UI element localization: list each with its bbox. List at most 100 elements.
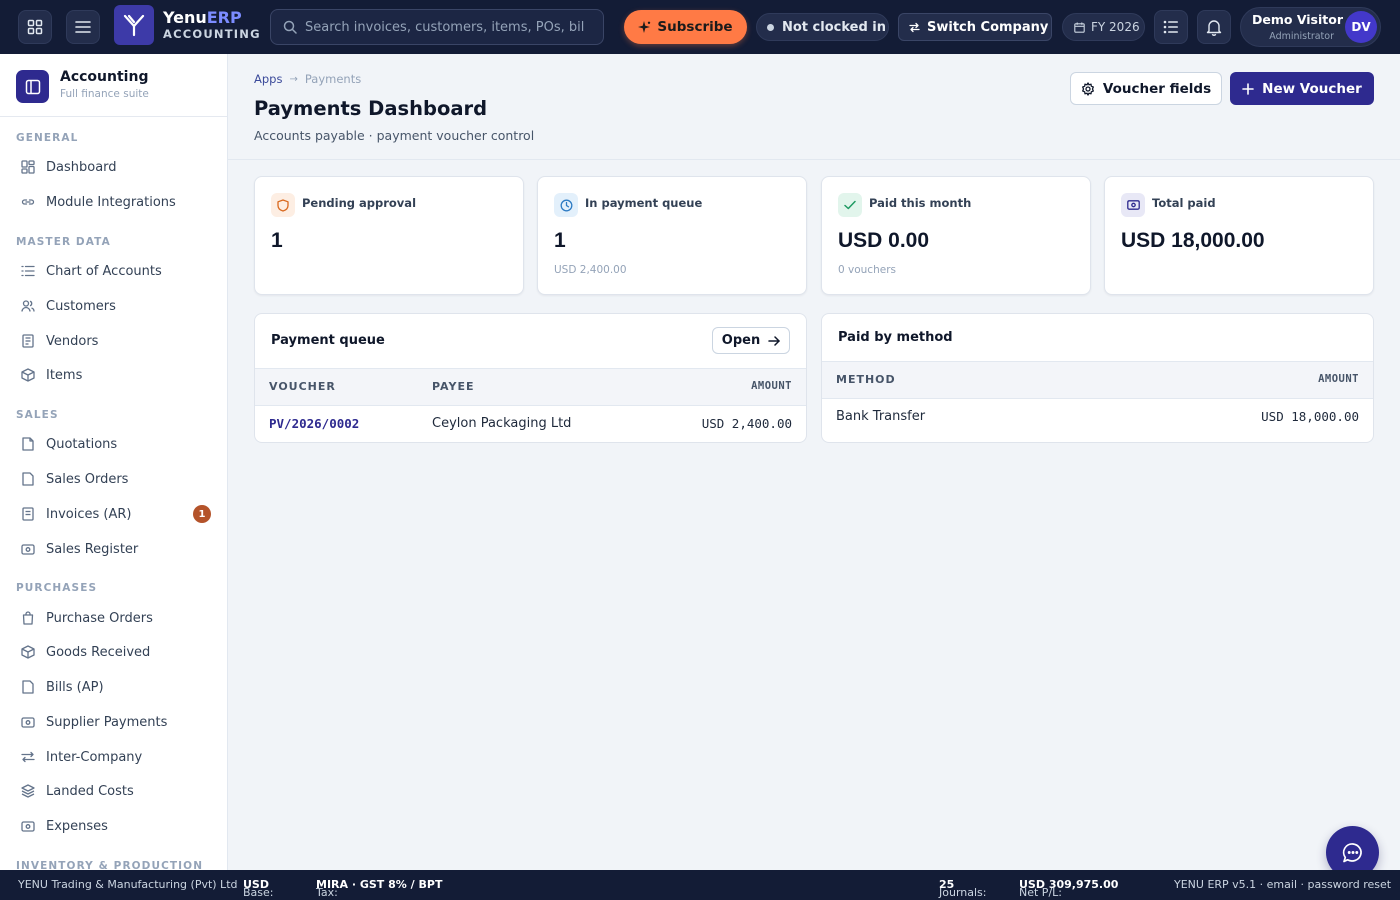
receipt-icon	[20, 506, 36, 522]
column-amount: AMOUNT	[751, 380, 792, 392]
sidebar-item-invoices-ar[interactable]: Invoices (AR) 1	[8, 498, 220, 530]
sidebar-panel-icon	[16, 70, 49, 103]
box-icon	[20, 644, 36, 660]
sidebar-item-supplier-payments[interactable]: Supplier Payments	[8, 706, 220, 738]
sidebar-item-sales-orders[interactable]: Sales Orders	[8, 463, 220, 495]
breadcrumb-current: Payments	[304, 72, 362, 86]
top-bar: YenuERP ACCOUNTING Subscribe Not clocked…	[0, 0, 1400, 54]
global-search[interactable]	[270, 9, 604, 45]
footer-journals-label: Journals:	[939, 886, 987, 899]
kpi-label: In payment queue	[585, 196, 703, 210]
sidebar-item-label: Purchase Orders	[46, 610, 153, 626]
footer-tax: Tax: MIRA · GST 8% / BPT	[316, 878, 442, 899]
sidebar-item-module-integrations[interactable]: Module Integrations	[8, 186, 220, 218]
sidebar-item-label: Sales Orders	[46, 471, 129, 487]
kpi-paid-this-month: Paid this month USD 0.00 0 vouchers	[821, 176, 1091, 295]
sidebar-item-items[interactable]: Items	[8, 359, 220, 391]
panel-title: Payment queue	[271, 333, 385, 348]
list-icon	[20, 263, 36, 279]
new-voucher-button[interactable]: New Voucher	[1230, 72, 1374, 105]
task-list-button[interactable]	[1154, 10, 1188, 44]
user-name: Demo Visitor	[1252, 12, 1344, 27]
table-header: METHOD AMOUNT	[822, 361, 1373, 399]
menu-toggle-button[interactable]	[66, 10, 100, 44]
section-general: GENERAL	[16, 132, 79, 144]
apps-grid-icon	[27, 19, 43, 35]
column-payee: PAYEE	[432, 380, 475, 393]
new-voucher-label: New Voucher	[1262, 80, 1362, 97]
bell-icon	[1206, 19, 1222, 36]
sidebar-item-bills-ap[interactable]: Bills (AP)	[8, 671, 220, 703]
section-sales: SALES	[16, 409, 59, 421]
page-subtitle: Accounts payable · payment voucher contr…	[254, 128, 535, 143]
kpi-value: USD 0.00	[838, 229, 930, 252]
kpi-label: Pending approval	[302, 196, 417, 210]
sidebar-item-label: Goods Received	[46, 644, 151, 660]
amount-cell: USD 2,400.00	[701, 416, 792, 431]
method-cell: Bank Transfer	[836, 409, 926, 424]
sidebar-item-chart-of-accounts[interactable]: Chart of Accounts	[8, 255, 220, 287]
sidebar-title: Accounting	[60, 69, 149, 85]
footer-netpl: Net P/L: USD 309,975.00	[1019, 878, 1118, 899]
paid-by-method-panel: Paid by method METHOD AMOUNT Bank Transf…	[821, 313, 1374, 443]
sparkle-icon	[638, 20, 657, 34]
user-menu[interactable]: Demo Visitor Administrator DV	[1240, 7, 1381, 47]
chat-bubble-icon	[1342, 842, 1364, 864]
sidebar-item-label: Landed Costs	[46, 783, 134, 799]
brand[interactable]: YenuERP ACCOUNTING	[114, 5, 261, 45]
avatar: DV	[1345, 11, 1377, 43]
sidebar-item-purchase-orders[interactable]: Purchase Orders	[8, 602, 220, 634]
link-icon	[20, 194, 36, 210]
column-voucher: VOUCHER	[269, 380, 336, 393]
sidebar-item-label: Module Integrations	[46, 194, 176, 210]
switch-company-button[interactable]: Switch Company	[898, 13, 1052, 41]
breadcrumb-arrow-icon: →	[289, 73, 298, 85]
dashboard-icon	[20, 159, 36, 175]
section-inventory: INVENTORY & PRODUCTION	[16, 860, 204, 870]
cash-icon	[20, 541, 36, 557]
brand-name-accent: ERP	[206, 8, 242, 27]
sidebar-item-label: Expenses	[46, 818, 108, 834]
document-icon	[20, 679, 36, 695]
kpi-note: USD 2,400.00	[554, 264, 627, 276]
clock-status[interactable]: Not clocked in	[756, 13, 889, 41]
shield-icon	[271, 193, 295, 217]
sidebar-item-landed-costs[interactable]: Landed Costs	[8, 775, 220, 807]
list-icon	[1163, 20, 1179, 34]
fiscal-year-selector[interactable]: FY 2026	[1062, 13, 1145, 41]
sidebar-item-label: Invoices (AR)	[46, 506, 132, 522]
sidebar-item-inter-company[interactable]: Inter-Company	[8, 741, 220, 773]
sidebar-item-label: Bills (AP)	[46, 679, 104, 695]
sidebar-item-quotations[interactable]: Quotations	[8, 428, 220, 460]
sidebar-item-expenses[interactable]: Expenses	[8, 810, 220, 842]
cash-icon	[20, 714, 36, 730]
subscribe-button[interactable]: Subscribe	[624, 10, 747, 44]
kpi-label: Total paid	[1152, 196, 1216, 210]
brand-subtitle: ACCOUNTING	[163, 27, 261, 41]
amount-cell: USD 18,000.00	[1261, 409, 1359, 424]
status-dot-icon	[767, 23, 774, 31]
layers-icon	[20, 783, 36, 799]
payment-queue-panel: Payment queue Open VOUCHER PAYEE AMOUNT …	[254, 313, 807, 443]
search-input[interactable]	[305, 19, 585, 35]
invoices-count-badge: 1	[193, 505, 211, 523]
footer-version: YENU ERP v5.1 · email · password reset	[1174, 878, 1392, 891]
breadcrumb-apps-link[interactable]: Apps	[254, 72, 282, 86]
cash-icon	[20, 818, 36, 834]
hamburger-icon	[75, 20, 91, 34]
sidebar-item-goods-received[interactable]: Goods Received	[8, 636, 220, 668]
sidebar-item-vendors[interactable]: Vendors	[8, 325, 220, 357]
brand-name: YenuERP	[163, 8, 242, 27]
gear-icon	[1081, 81, 1103, 96]
search-icon	[283, 20, 297, 34]
open-queue-button[interactable]: Open	[712, 327, 790, 354]
sidebar-item-customers[interactable]: Customers	[8, 290, 220, 322]
user-role: Administrator	[1269, 31, 1334, 42]
notifications-button[interactable]	[1197, 10, 1231, 44]
voucher-fields-button[interactable]: Voucher fields	[1070, 72, 1222, 105]
voucher-link[interactable]: PV/2026/0002	[269, 416, 359, 431]
sidebar-item-sales-register[interactable]: Sales Register	[8, 533, 220, 565]
check-icon	[838, 193, 862, 217]
sidebar-item-dashboard[interactable]: Dashboard	[8, 151, 220, 183]
apps-grid-button[interactable]	[18, 10, 52, 44]
